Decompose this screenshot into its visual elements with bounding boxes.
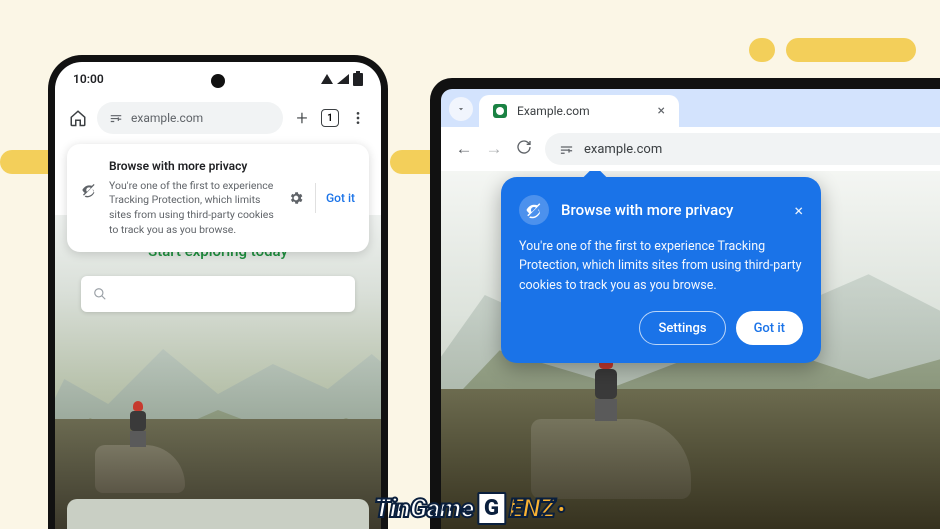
back-button[interactable]: ← (455, 139, 473, 159)
reload-button[interactable] (515, 139, 533, 160)
mobile-browser-toolbar: example.com + 1 (55, 96, 381, 140)
tab-search-button[interactable] (449, 97, 473, 121)
tracking-protection-icon (81, 182, 99, 238)
desktop-privacy-popup: Browse with more privacy × You're one of… (501, 177, 821, 363)
mobile-url-text: example.com (131, 111, 203, 125)
watermark-logo: TinGame G ENZ (374, 492, 565, 525)
home-icon[interactable] (69, 109, 87, 127)
hiker-graphic (127, 401, 149, 449)
desktop-popup-title: Browse with more privacy (561, 201, 782, 219)
tune-icon (559, 142, 574, 157)
desktop-popup-actions: Settings Got it (519, 311, 803, 345)
mobile-address-bar[interactable]: example.com (97, 102, 283, 134)
desktop-viewport: Trave S Browse with more privacy × You'r… (441, 171, 940, 529)
mobile-popup-text: Browse with more privacy You're one of t… (109, 158, 277, 238)
close-tab-icon[interactable]: × (658, 103, 665, 119)
mobile-page-heading-area: Start exploring today (55, 242, 381, 312)
search-icon (93, 287, 107, 301)
content-card (67, 499, 369, 529)
browser-tab[interactable]: Example.com × (479, 95, 679, 127)
desktop-tab-strip: Example.com × (441, 89, 940, 127)
watermark-text-1: TinGame (374, 494, 474, 524)
tab-count: 1 (327, 113, 333, 124)
tab-switcher-button[interactable]: 1 (321, 109, 339, 127)
watermark-text-3: ENZ (509, 494, 555, 524)
watermark-dot (558, 505, 566, 513)
mobile-popup-body: You're one of the first to experience Tr… (109, 179, 277, 238)
watermark-text-2: G (477, 492, 506, 525)
confirm-button[interactable]: Got it (736, 311, 803, 345)
mobile-device-frame: 10:00 example.com + 1 (48, 55, 388, 529)
tab-favicon (493, 104, 507, 118)
rock-graphic (531, 419, 691, 499)
wifi-icon (321, 74, 333, 84)
status-time: 10:00 (73, 72, 104, 86)
overflow-menu-icon[interactable] (349, 109, 367, 127)
hiker-graphic (591, 355, 621, 425)
forward-button[interactable]: → (485, 139, 503, 159)
status-indicators (321, 73, 363, 86)
desktop-popup-body: You're one of the first to experience Tr… (519, 237, 803, 295)
desktop-browser-toolbar: ← → example.com (441, 127, 940, 171)
mobile-popup-title: Browse with more privacy (109, 158, 277, 175)
desktop-address-bar[interactable]: example.com (545, 133, 940, 165)
mobile-popup-actions: Got it (287, 158, 355, 238)
close-popup-icon[interactable]: × (794, 201, 803, 220)
desktop-device-frame: Example.com × ← → example.com Trave S (430, 78, 940, 529)
settings-gear-icon[interactable] (287, 189, 305, 207)
desktop-popup-header: Browse with more privacy × (519, 195, 803, 225)
cellular-signal-icon (337, 74, 349, 84)
decor-bar (786, 38, 916, 62)
decor-bar (749, 38, 775, 62)
settings-button[interactable]: Settings (639, 311, 725, 345)
mobile-popup-confirm-button[interactable]: Got it (326, 191, 355, 205)
new-tab-icon[interactable]: + (293, 109, 311, 127)
desktop-url-text: example.com (584, 142, 662, 157)
phone-side-button (383, 320, 388, 370)
mobile-privacy-popup: Browse with more privacy You're one of t… (67, 144, 369, 252)
mobile-viewport: Start exploring today Browse with more p… (55, 140, 381, 529)
divider (315, 183, 316, 213)
mobile-page-search-input[interactable] (81, 276, 355, 312)
tab-title: Example.com (517, 104, 648, 118)
tune-icon (109, 111, 123, 125)
camera-punch-hole (211, 74, 225, 88)
battery-icon (353, 73, 363, 86)
tracking-protection-icon (519, 195, 549, 225)
